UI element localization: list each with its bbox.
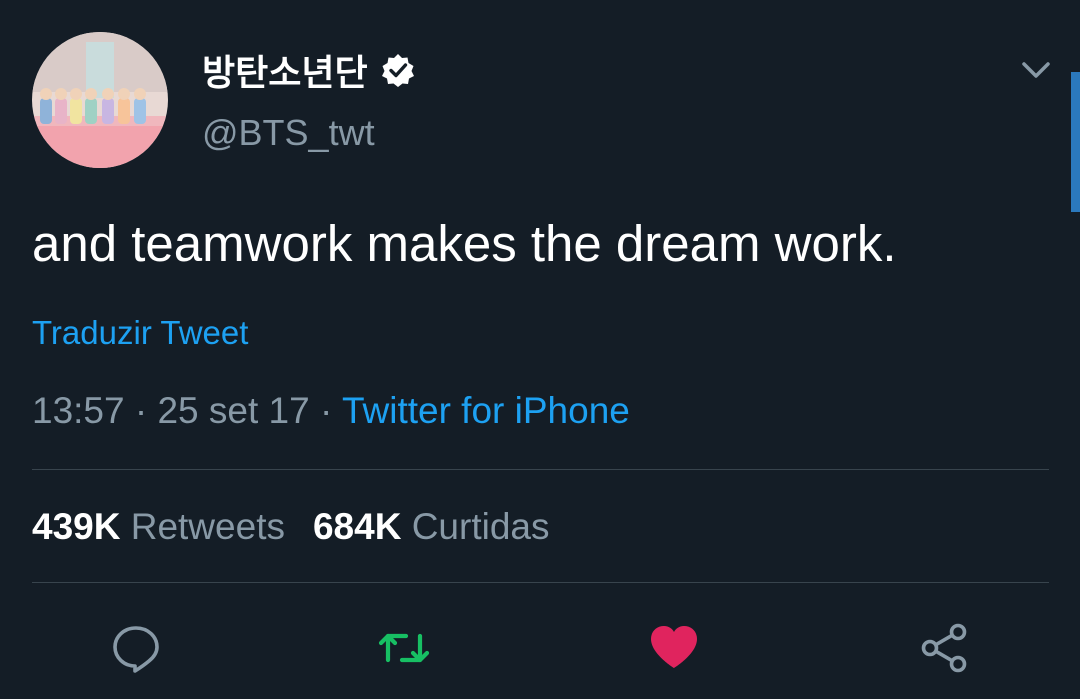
- share-icon[interactable]: [916, 620, 972, 676]
- retweets-count: 439K: [32, 506, 121, 547]
- reply-icon[interactable]: [108, 620, 164, 676]
- tweet-date: 25 set 17: [157, 390, 310, 431]
- divider: [32, 469, 1049, 470]
- tweet-text: and teamwork makes the dream work.: [32, 215, 897, 272]
- likes-stat[interactable]: 684K Curtidas: [313, 506, 550, 547]
- scrollbar[interactable]: [1071, 72, 1080, 212]
- likes-count: 684K: [312, 506, 402, 547]
- user-handle[interactable]: @BTS_twt: [202, 112, 375, 154]
- avatar[interactable]: [32, 32, 168, 168]
- divider: [32, 582, 1049, 583]
- retweets-label: Retweets: [130, 506, 285, 547]
- tweet-source-link[interactable]: Twitter for iPhone: [342, 390, 630, 431]
- display-name-row[interactable]: 방탄소년단: [202, 44, 416, 96]
- meta-separator: ·: [309, 390, 342, 431]
- heart-icon[interactable]: [646, 620, 702, 676]
- verified-badge-icon: [381, 54, 414, 87]
- chevron-down-icon[interactable]: [1020, 58, 1052, 82]
- translate-tweet-link[interactable]: Traduzir Tweet: [32, 314, 248, 352]
- meta-separator: ·: [124, 390, 158, 431]
- likes-label: Curtidas: [411, 506, 550, 547]
- retweet-icon[interactable]: [376, 620, 432, 676]
- tweet-time: 13:57: [32, 390, 125, 431]
- tweet-detail: 방탄소년단 @BTS_twt and teamwork makes the dr…: [0, 0, 1080, 699]
- display-name[interactable]: 방탄소년단: [202, 44, 368, 96]
- tweet-metadata: 13:57 · 25 set 17 · Twitter for iPhone: [32, 390, 630, 432]
- tweet-stats: 439K Retweets 684K Curtidas: [32, 506, 549, 548]
- retweets-stat[interactable]: 439K Retweets: [32, 506, 285, 547]
